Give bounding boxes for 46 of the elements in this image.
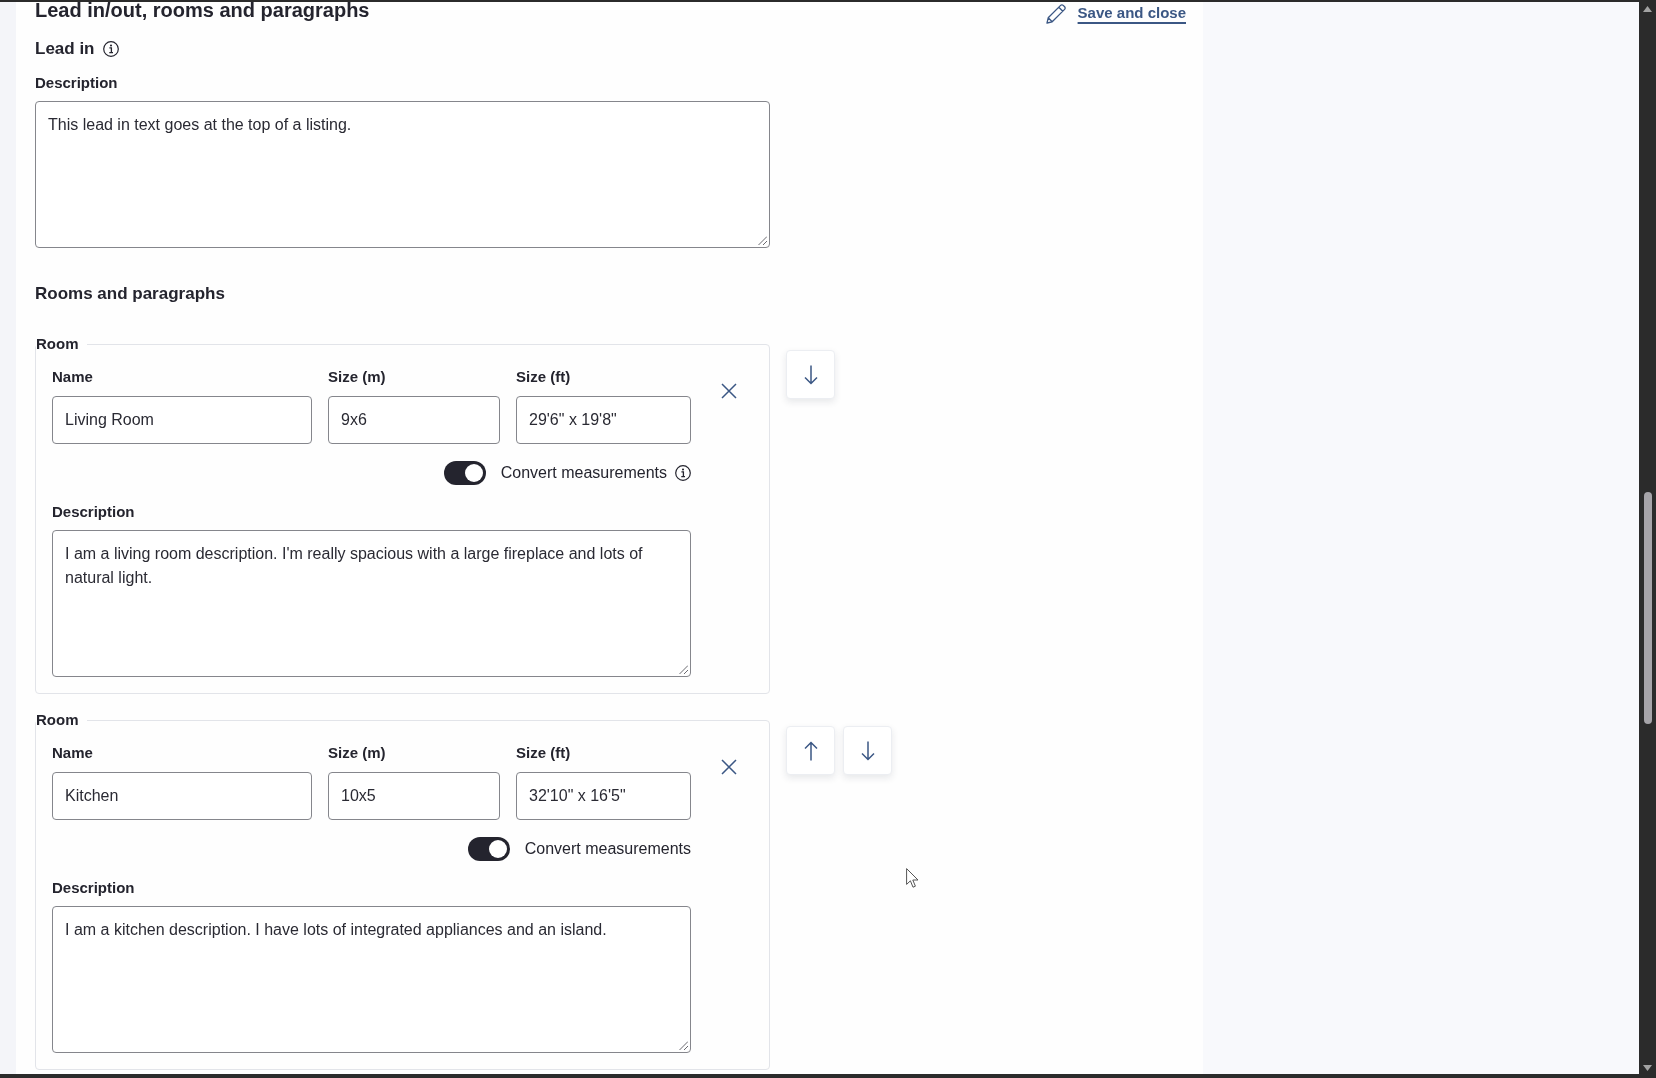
description-field[interactable]: This lead in text goes at the top of a listing. [35,101,770,248]
info-icon[interactable] [675,465,691,481]
scrollbar-thumb[interactable] [1643,492,1652,724]
section-heading: Lead in [35,39,95,59]
toggle-label: Convert measurements [500,463,667,483]
save-and-close-link[interactable]: Save and close [1045,2,1186,24]
form-title: Lead in/out, rooms and paragraphs [35,2,370,21]
section-heading: Rooms and paragraphs [35,284,225,304]
field-label: Description [35,74,118,92]
field-label: Description [52,879,135,897]
description-field[interactable]: I am a kitchen description. I have lots of integrated appliances and an island. [52,906,691,1053]
input-field[interactable]: 29'6" x 19'8" [516,396,691,444]
input-field[interactable]: 10x5 [328,772,500,820]
room-legend: Room [36,335,87,353]
field-label: Size (m) [328,368,386,386]
room-legend: Room [36,711,87,729]
close-icon[interactable] [721,759,737,775]
input-field[interactable]: 32'10" x 16'5" [516,772,691,820]
toggle-switch[interactable] [467,837,510,861]
input-field[interactable]: Living Room [52,396,312,444]
pencil-icon[interactable] [1045,2,1068,24]
field-label: Name [52,368,93,386]
field-label: Size (ft) [516,744,571,762]
mouse-cursor-icon [906,868,919,889]
field-label: Size (ft) [516,368,571,386]
close-icon[interactable] [721,383,737,399]
resize-handle-icon[interactable] [758,236,767,245]
move-up-button[interactable] [786,726,835,775]
info-icon[interactable] [102,41,119,57]
toggle-switch[interactable] [443,461,486,485]
move-down-button[interactable] [786,350,835,399]
resize-handle-icon[interactable] [679,665,688,674]
arrow-up-icon[interactable] [803,740,818,761]
arrow-down-icon[interactable] [860,740,875,761]
resize-handle-icon[interactable] [679,1041,688,1050]
move-down-button[interactable] [843,726,892,775]
input-field[interactable]: 9x6 [328,396,500,444]
description-field[interactable]: I am a living room description. I'm really spacious with a large fireplace and lots of natural light. [52,530,691,677]
input-field[interactable]: Kitchen [52,772,312,820]
triangle-up-icon[interactable] [1643,6,1652,12]
toggle-label: Convert measurements [524,839,691,859]
triangle-down-icon[interactable] [1643,1065,1652,1071]
field-label: Name [52,744,93,762]
arrow-down-icon[interactable] [803,364,818,385]
field-label: Size (m) [328,744,386,762]
field-label: Description [52,503,135,521]
